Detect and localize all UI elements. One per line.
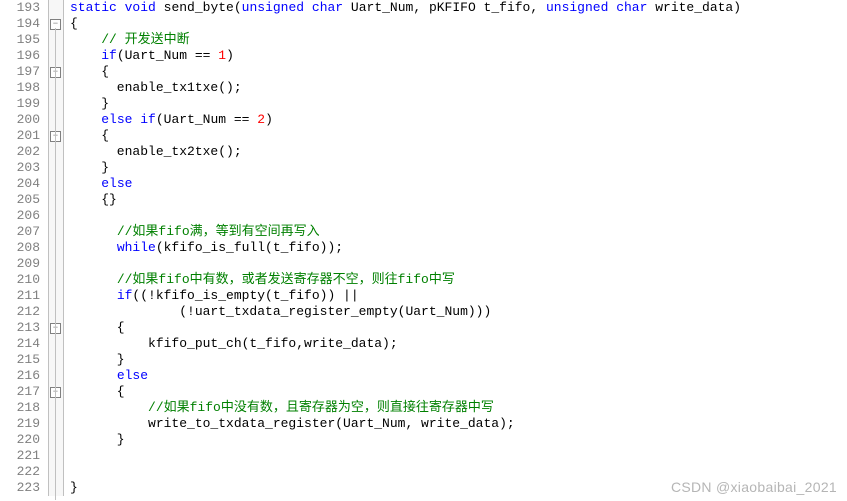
line-number: 216 [0, 368, 40, 384]
code-line: static void send_byte(unsigned char Uart… [70, 0, 741, 16]
fold-column: −−−−− [49, 0, 64, 496]
code-line: //如果fifo中没有数，且寄存器为空，则直接往寄存器中写 [70, 400, 741, 416]
line-number: 214 [0, 336, 40, 352]
code-line: } [70, 352, 741, 368]
code-line: while(kfifo_is_full(t_fifo)); [70, 240, 741, 256]
code-line: if((!kfifo_is_empty(t_fifo)) || [70, 288, 741, 304]
line-number: 202 [0, 144, 40, 160]
line-number: 220 [0, 432, 40, 448]
line-number: 201 [0, 128, 40, 144]
code-line: //如果fifo满，等到有空间再写入 [70, 224, 741, 240]
code-line: { [70, 16, 741, 32]
line-number: 196 [0, 48, 40, 64]
code-line: { [70, 128, 741, 144]
line-number: 195 [0, 32, 40, 48]
line-number-gutter: 1931941951961971981992002012022032042052… [0, 0, 49, 496]
code-line: //如果fifo中有数，或者发送寄存器不空，则往fifo中写 [70, 272, 741, 288]
code-line: } [70, 432, 741, 448]
code-line [70, 464, 741, 480]
line-number: 200 [0, 112, 40, 128]
code-line: else [70, 368, 741, 384]
line-number: 205 [0, 192, 40, 208]
code-line: else if(Uart_Num == 2) [70, 112, 741, 128]
code-line: {} [70, 192, 741, 208]
line-number: 197 [0, 64, 40, 80]
line-number: 208 [0, 240, 40, 256]
code-line [70, 256, 741, 272]
code-line [70, 448, 741, 464]
watermark-text: CSDN @xiaobaibai_2021 [671, 479, 837, 495]
line-number: 194 [0, 16, 40, 32]
line-number: 204 [0, 176, 40, 192]
line-number: 206 [0, 208, 40, 224]
line-number: 212 [0, 304, 40, 320]
code-line: } [70, 480, 741, 496]
code-area: static void send_byte(unsigned char Uart… [64, 0, 741, 496]
fold-guide-line [55, 28, 56, 500]
code-line: enable_tx1txe(); [70, 80, 741, 96]
line-number: 223 [0, 480, 40, 496]
line-number: 222 [0, 464, 40, 480]
line-number: 209 [0, 256, 40, 272]
code-line: (!uart_txdata_register_empty(Uart_Num))) [70, 304, 741, 320]
line-number: 218 [0, 400, 40, 416]
code-line: kfifo_put_ch(t_fifo,write_data); [70, 336, 741, 352]
code-line [70, 208, 741, 224]
line-number: 199 [0, 96, 40, 112]
code-line: // 开发送中断 [70, 32, 741, 48]
code-line: write_to_txdata_register(Uart_Num, write… [70, 416, 741, 432]
code-line: else [70, 176, 741, 192]
code-line: { [70, 320, 741, 336]
code-line: { [70, 64, 741, 80]
line-number: 219 [0, 416, 40, 432]
code-editor: 1931941951961971981992002012022032042052… [0, 0, 847, 496]
line-number: 198 [0, 80, 40, 96]
line-number: 203 [0, 160, 40, 176]
code-line: } [70, 96, 741, 112]
line-number: 207 [0, 224, 40, 240]
line-number: 193 [0, 0, 40, 16]
line-number: 213 [0, 320, 40, 336]
code-line: enable_tx2txe(); [70, 144, 741, 160]
line-number: 211 [0, 288, 40, 304]
line-number: 210 [0, 272, 40, 288]
line-number: 217 [0, 384, 40, 400]
code-line: if(Uart_Num == 1) [70, 48, 741, 64]
line-number: 221 [0, 448, 40, 464]
code-line: } [70, 160, 741, 176]
code-line: { [70, 384, 741, 400]
line-number: 215 [0, 352, 40, 368]
